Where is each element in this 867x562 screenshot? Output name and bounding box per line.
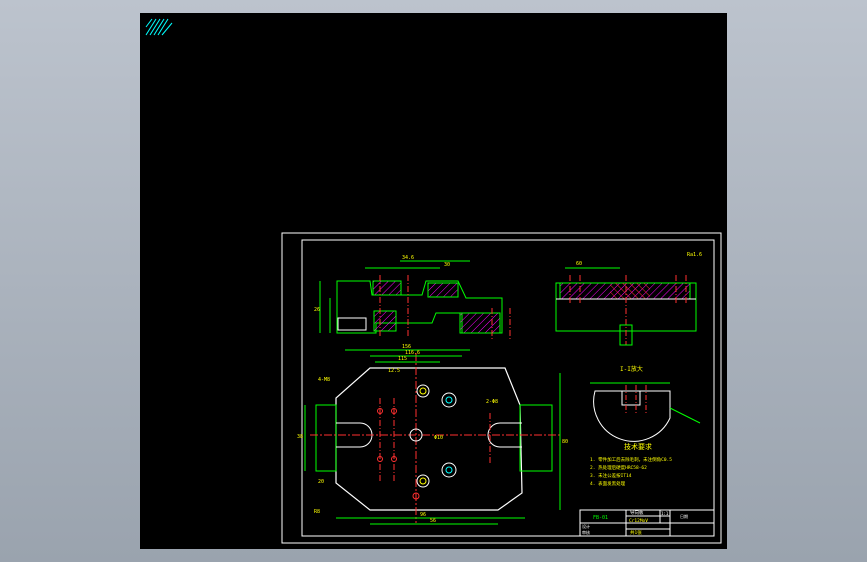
dim-plan-3: 115 [398,356,407,362]
dim-plan-2: 116.6 [405,350,420,356]
dim-plan-13: 12.5 [388,368,400,374]
dim-front-1: 34.6 [402,255,414,261]
title-scale: 1:1 [661,511,669,516]
surface-finish: Ra1.6 [687,252,702,258]
title-label-design: 设计 [582,523,590,529]
dim-plan-7: 80 [562,439,568,445]
cad-model-space[interactable]: 34.6 30 26 60 Ra1.6 156 116.6 115 96 56 … [140,13,727,549]
dim-plan-5: 56 [430,518,436,524]
title-material: Cr12MoV [629,518,648,524]
detail-view [590,382,701,442]
tech-note-3: 3. 未注公差按IT14 [590,472,632,479]
dim-plan-9: 4-M8 [318,377,330,383]
detail-view-title: I-I放大 [620,365,643,373]
cad-drawing: 34.6 30 26 60 Ra1.6 156 116.6 115 96 56 … [145,18,722,544]
dim-plan-6: 38 [297,434,303,440]
dim-plan-4: 96 [420,512,426,518]
dim-side-1: 60 [576,261,582,267]
front-section-view [319,260,511,341]
plan-view [304,349,561,525]
dim-front-2: 30 [444,262,450,268]
dim-plan-8: 20 [318,479,324,485]
tech-note-4: 4. 表面发黑处理 [590,480,626,487]
tech-req-title: 技术要求 [624,442,652,451]
side-section-view [555,267,697,346]
dim-plan-11: Φ10 [434,435,443,441]
title-label-check: 审核 [582,529,590,535]
ucs-icon [145,18,173,36]
tech-note-2: 2. 热处理后硬度HRC58-62 [590,464,647,471]
title-sheet: 共1张 [630,529,642,536]
tech-note-1: 1. 零件加工后去除毛刺，未注倒角C0.5 [590,456,672,463]
title-drawing-no: FB-01 [593,515,608,521]
dim-plan-10: 2-Φ8 [486,399,498,405]
dim-front-3: 26 [314,307,320,313]
dim-plan-12: R8 [314,509,320,515]
title-label-date: 日期 [680,513,688,519]
title-part-name: 导向板 [630,509,644,516]
